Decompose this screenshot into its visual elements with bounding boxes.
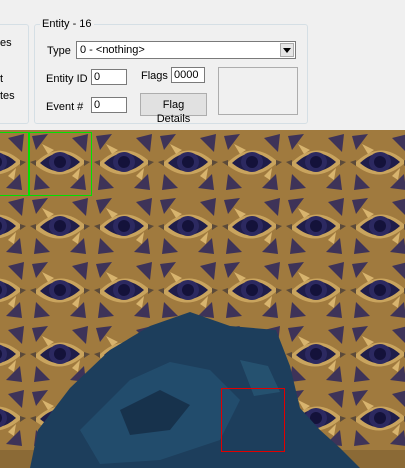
flag-details-button[interactable]: Flag Details	[140, 93, 207, 125]
left-label-1: es	[0, 37, 12, 49]
tilemap-svg	[0, 130, 405, 468]
entity-type-select[interactable]: 0 - <nothing>	[76, 41, 296, 59]
entity-group-title: Entity - 16	[40, 17, 94, 31]
map-canvas[interactable]	[0, 130, 405, 468]
entity-type-value: 0 - <nothing>	[80, 44, 145, 56]
event-label: Event #	[46, 101, 84, 113]
left-label-3: tes	[0, 90, 15, 102]
flags-label: Flags	[141, 70, 168, 82]
properties-panel: es t tes Entity - 16 Type 0 - <nothing> …	[0, 0, 405, 128]
type-label: Type	[47, 45, 71, 57]
entity-preview-box	[218, 67, 298, 115]
event-number-input[interactable]	[91, 97, 127, 113]
dropdown-arrow-icon[interactable]	[280, 43, 294, 57]
left-label-2: t	[0, 73, 4, 85]
entity-id-input[interactable]	[91, 69, 127, 85]
entity-id-label: Entity ID	[46, 73, 88, 85]
flags-input[interactable]	[171, 67, 205, 83]
